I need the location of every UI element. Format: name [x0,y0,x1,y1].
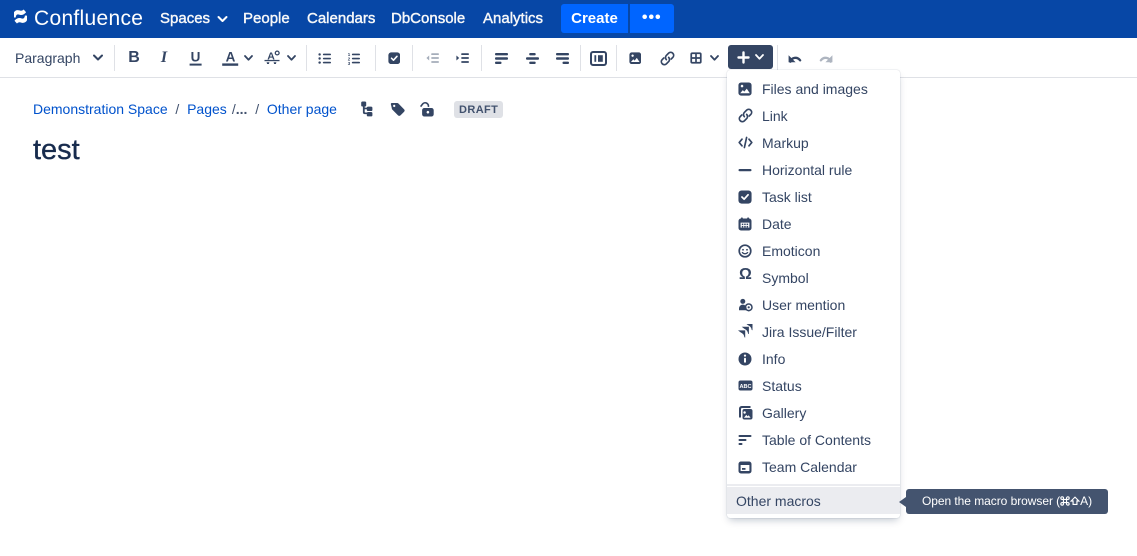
svg-text:U: U [190,50,200,64]
svg-text:A: A [226,50,236,64]
svg-text:ABC: ABC [739,384,751,390]
svg-text:3: 3 [347,61,350,65]
